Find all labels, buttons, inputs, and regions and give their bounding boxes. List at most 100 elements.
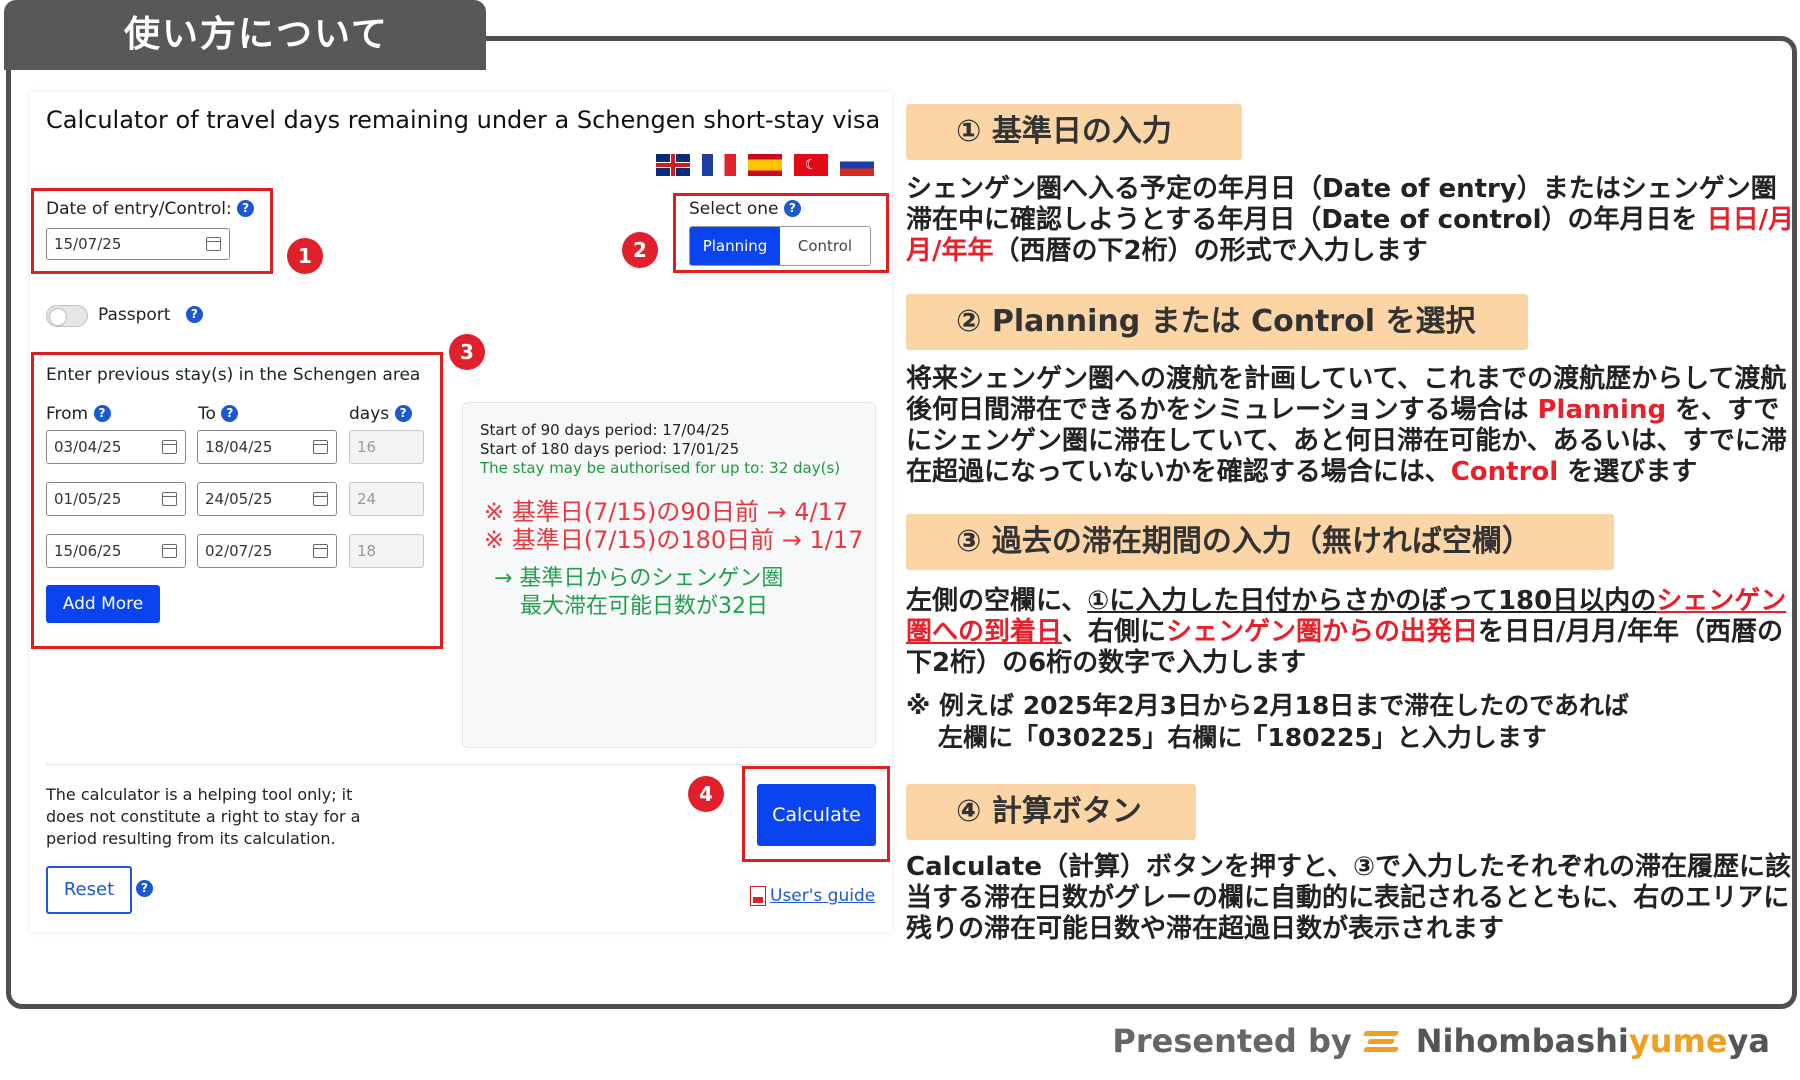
result-line-3: The stay may be authorised for up to: 32… (480, 459, 841, 477)
step-badge-4: 4 (688, 776, 724, 812)
stays-title: Enter previous stay(s) in the Schengen a… (46, 365, 421, 385)
help-icon[interactable]: ? (136, 880, 153, 897)
step-2-description: 将来シェンゲン圏への渡航を計画していて、これまでの渡航歴からして渡航後何日間滞在… (906, 364, 1796, 488)
fr-flag-icon[interactable] (702, 154, 736, 176)
step-4-description: Calculate（計算）ボタンを押すと、③で入力したそれぞれの滞在履歴に該当す… (906, 852, 1791, 944)
step-2-text-e: を選びます (1558, 457, 1698, 487)
stay-from-value: 03/04/25 (54, 438, 122, 456)
step-1-heading: ① 基準日の入力 (906, 104, 1242, 160)
annotation-max-stay-2: 最大滞在可能日数が32日 (520, 594, 768, 619)
annotation-90-days: ※ 基準日(7/15)の90日前 → 4/17 (484, 498, 849, 526)
calendar-icon[interactable] (313, 440, 328, 454)
language-flags: ☾ (656, 154, 874, 176)
col-to-header: To ? (198, 404, 239, 424)
result-line-2: Start of 180 days period: 17/01/25 (480, 440, 740, 458)
mode-control-button[interactable]: Control (780, 227, 870, 265)
calendar-icon[interactable] (162, 544, 177, 558)
reset-button[interactable]: Reset (46, 866, 132, 914)
stay-days-field: 16 (349, 430, 424, 464)
stay-to-input[interactable]: 02/07/25 (197, 534, 337, 568)
step-1-description: シェンゲン圏へ入る予定の年月日（Date of entry）またはシェンゲン圏滞… (906, 174, 1796, 267)
col-days-header: days ? (349, 404, 412, 424)
disclaimer-text: The calculator is a helping tool only; i… (46, 785, 361, 848)
step-3-text-b: ①に入力した日付からさかのぼって180日以内の (1087, 586, 1657, 616)
col-days-label: days (349, 404, 390, 424)
help-icon[interactable]: ? (185, 306, 203, 323)
stay-from-input[interactable]: 15/06/25 (46, 534, 186, 568)
calendar-icon[interactable] (206, 237, 221, 251)
passport-toggle[interactable] (46, 305, 88, 327)
step-3-heading: ③ 過去の滞在期間の入力（無ければ空欄） (906, 514, 1614, 570)
users-guide-link[interactable]: User's guide (770, 886, 875, 906)
step-badge-2: 2 (622, 232, 658, 268)
result-line-1: Start of 90 days period: 17/04/25 (480, 421, 730, 439)
stay-to-value: 18/04/25 (205, 438, 273, 456)
add-more-button[interactable]: Add More (46, 585, 160, 623)
passport-label: Passport (98, 305, 171, 325)
stay-to-value: 02/07/25 (205, 542, 273, 560)
help-icon[interactable]: ? (783, 200, 801, 217)
step-3-description: 左側の空欄に、①に入力した日付からさかのぼって180日以内のシェンゲン圏への到着… (906, 586, 1796, 679)
ru-flag-icon[interactable] (840, 154, 874, 176)
step-3-text-e: シェンゲン圏からの出発日 (1166, 617, 1479, 647)
presented-by-label: Presented by (1112, 1022, 1352, 1060)
step-2-text-d: Control (1450, 457, 1559, 487)
calendar-icon[interactable] (313, 492, 328, 506)
annotation-180-days: ※ 基準日(7/15)の180日前 → 1/17 (484, 526, 864, 554)
step-3-text-a: 左側の空欄に、 (906, 586, 1088, 616)
step-4-heading: ④ 計算ボタン (906, 784, 1196, 840)
es-flag-icon[interactable] (748, 154, 782, 176)
calendar-icon[interactable] (162, 440, 177, 454)
stay-days-value: 18 (357, 542, 377, 560)
stay-days-value: 16 (357, 438, 377, 456)
stay-days-field: 24 (349, 482, 424, 516)
uk-flag-icon[interactable] (656, 154, 690, 176)
stay-from-input[interactable]: 01/05/25 (46, 482, 186, 516)
date-entry-input[interactable]: 15/07/25 (46, 228, 230, 260)
step-badge-3: 3 (449, 334, 485, 370)
brand-name-a: Nihombashi (1415, 1022, 1629, 1060)
stay-to-input[interactable]: 24/05/25 (197, 482, 337, 516)
stay-to-input[interactable]: 18/04/25 (197, 430, 337, 464)
step-3-note-1: ※ 例えば 2025年2月3日から2月18日まで滞在したのであれば (906, 691, 1630, 720)
stay-from-input[interactable]: 03/04/25 (46, 430, 186, 464)
passport-label-row: Passport ? (98, 305, 203, 325)
pdf-icon (750, 886, 766, 906)
calendar-icon[interactable] (313, 544, 328, 558)
help-icon[interactable]: ? (93, 405, 111, 422)
mode-planning-button[interactable]: Planning (690, 227, 780, 265)
step-1-text-a: シェンゲン圏へ入る予定の年月日（Date of entry）またはシェンゲン圏滞… (906, 174, 1777, 235)
select-one-label: Select one (689, 199, 779, 219)
brand-name-c: ya (1727, 1022, 1770, 1060)
date-entry-label-row: Date of entry/Control: ? (46, 199, 255, 219)
select-one-label-row: Select one ? (689, 199, 801, 219)
help-icon[interactable]: ? (394, 405, 412, 422)
col-to-label: To (198, 404, 216, 424)
step-3-note-2: 左欄に「030225」右欄に「180225」と入力します (938, 723, 1547, 752)
stay-to-value: 24/05/25 (205, 490, 273, 508)
col-from-label: From (46, 404, 89, 424)
header-tab: 使い方について (4, 0, 486, 70)
mode-segmented-control: Planning Control (689, 226, 871, 266)
help-icon[interactable]: ? (221, 405, 239, 422)
panel-divider (46, 764, 876, 765)
help-icon[interactable]: ? (237, 200, 255, 217)
calculate-button[interactable]: Calculate (757, 784, 876, 846)
stay-from-value: 01/05/25 (54, 490, 122, 508)
step-badge-1: 1 (287, 238, 323, 274)
step-3-text-d: 、右側に (1062, 617, 1167, 647)
step-1-text-c: （西暦の下2桁）の形式で入力します (993, 236, 1428, 266)
date-entry-label: Date of entry/Control: (46, 199, 232, 219)
tr-flag-icon[interactable]: ☾ (794, 154, 828, 176)
footer-credit: Presented by Nihombashiyumeya (1112, 1022, 1770, 1060)
stay-days-value: 24 (357, 490, 377, 508)
stay-days-field: 18 (349, 534, 424, 568)
calendar-icon[interactable] (162, 492, 177, 506)
annotation-max-stay-1: → 基準日からのシェンゲン圏 (494, 566, 784, 591)
brand-name-b: yume (1628, 1022, 1728, 1060)
users-guide-link-row[interactable]: User's guide (750, 886, 875, 906)
date-entry-value: 15/07/25 (54, 235, 122, 253)
step-2-heading: ② Planning または Control を選択 (906, 294, 1528, 350)
calculator-title: Calculator of travel days remaining unde… (46, 106, 881, 134)
brand-name: Nihombashiyumeya (1416, 1022, 1770, 1060)
